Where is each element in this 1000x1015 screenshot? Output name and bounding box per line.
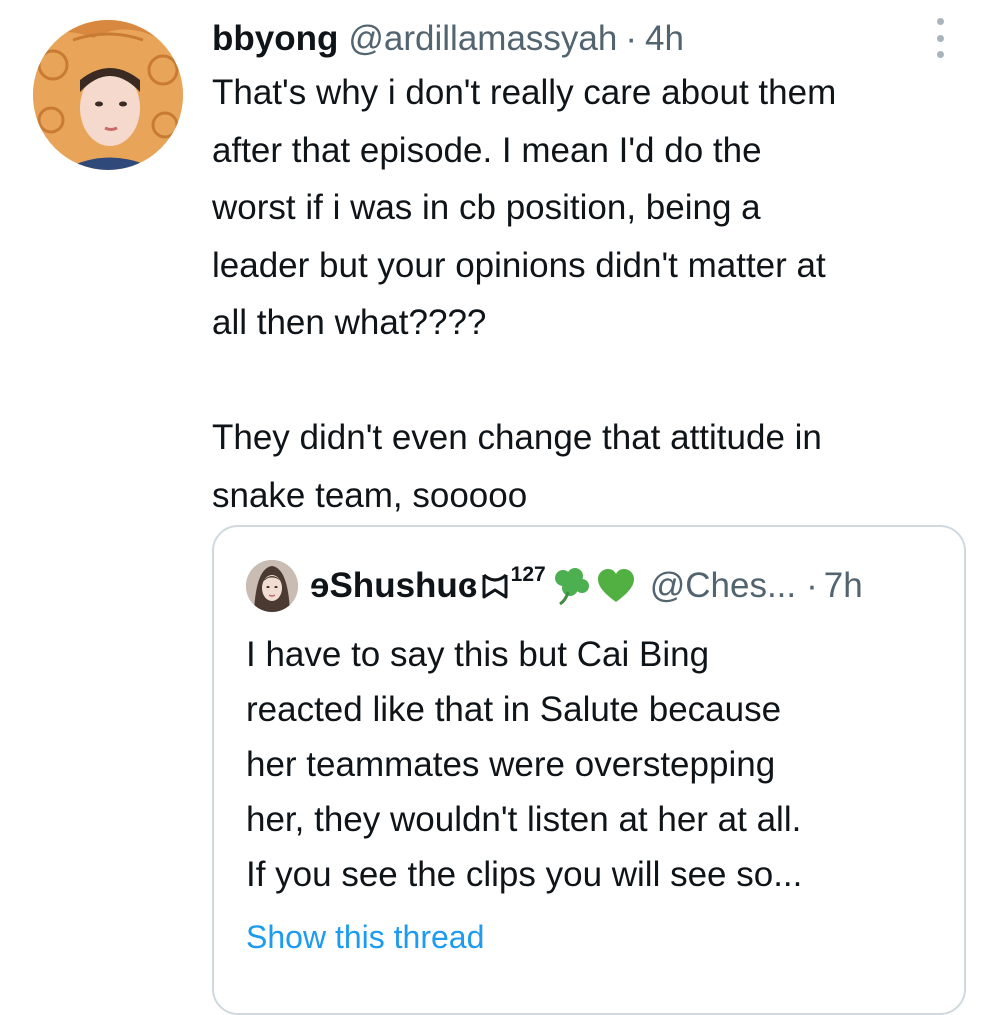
tweet-timestamp[interactable]: 4h <box>645 14 684 64</box>
quoted-text-line: her, they wouldn't listen at her at all. <box>246 800 802 839</box>
quoted-tweet[interactable]: ɘShushuɞ 127 @Ches... · 7h I have to say… <box>212 525 966 1015</box>
tweet-text-line: snake team, sooooo <box>212 475 528 515</box>
tweet-text-line: all then what???? <box>212 303 487 342</box>
quoted-text-line: reacted like that in Salute because <box>246 690 782 729</box>
vertical-ellipsis-icon[interactable] <box>928 18 952 58</box>
quoted-text-line: I have to say this but Cai Bing <box>246 635 710 674</box>
author-avatar[interactable] <box>33 20 183 170</box>
tweet-text-line: worst if i was in cb position, being a <box>212 188 761 227</box>
shamrock-icon <box>548 566 594 606</box>
quoted-author-handle[interactable]: @Ches... <box>650 566 796 606</box>
author-name[interactable]: bbyong <box>212 14 338 64</box>
tweet-text-line: That's why i don't really care about the… <box>212 73 837 112</box>
quoted-tweet-timestamp[interactable]: 7h <box>824 566 863 606</box>
quoted-author-name[interactable]: ɘShushuɞ <box>310 566 478 606</box>
green-heart-icon <box>596 568 636 604</box>
ellipsis-dot <box>936 34 944 42</box>
header-separator: · <box>625 19 637 58</box>
quoted-text-line: her teammates were overstepping <box>246 745 776 784</box>
quoted-author-avatar[interactable] <box>246 560 298 612</box>
ellipsis-dot <box>936 18 944 25</box>
quoted-text-line: If you see the clips you will see so... <box>246 855 803 894</box>
quoted-tweet-text: I have to say this but Cai Bing reacted … <box>246 627 946 902</box>
tweet-text-line: leader but your opinions didn't matter a… <box>212 245 826 285</box>
author-handle[interactable]: @ardillamassyah <box>348 14 617 64</box>
tweet-text-line: They didn't even change that attitude in <box>212 418 822 457</box>
quoted-header-separator: · <box>806 566 818 605</box>
tweet-text: That's why i don't really care about the… <box>212 64 972 524</box>
profile-photo-costume <box>33 20 183 170</box>
quoted-tweet-header: ɘShushuɞ 127 @Ches... · 7h <box>246 560 863 612</box>
name-superscript: 127 <box>510 563 546 586</box>
tweet-header: bbyong @ardillamassyah · 4h <box>212 14 684 64</box>
quoted-profile-photo <box>246 560 298 612</box>
tweet-text-line: after that episode. I mean I'd do the <box>212 130 762 170</box>
show-thread-link[interactable]: Show this thread <box>246 912 484 962</box>
ellipsis-dot <box>936 51 944 58</box>
ribbon-icon <box>480 571 510 601</box>
